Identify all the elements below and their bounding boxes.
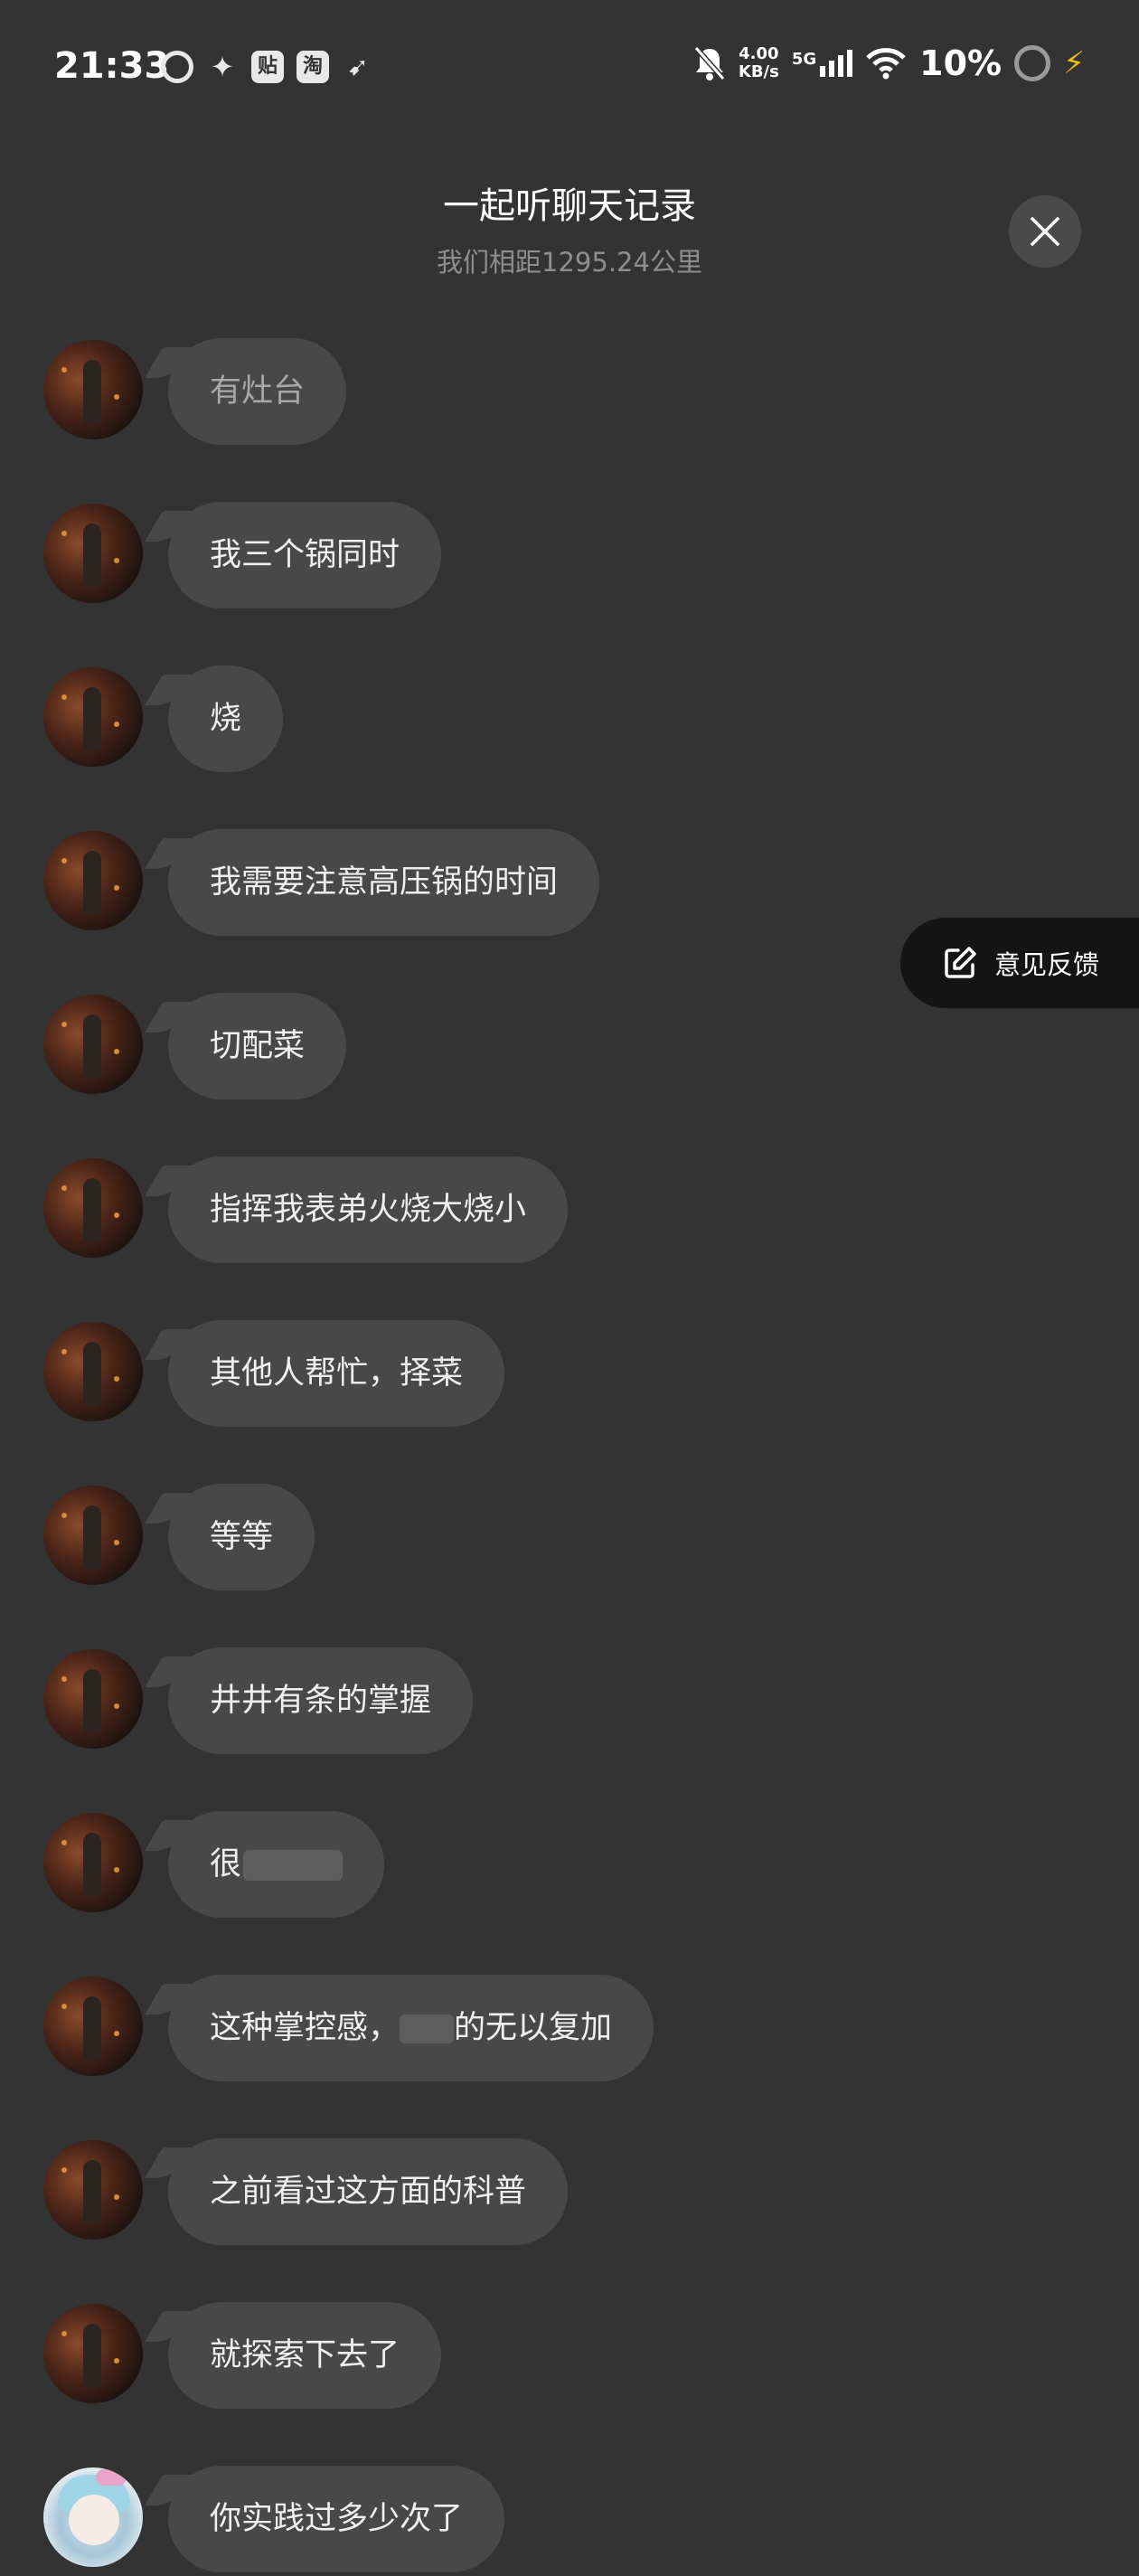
- message-row: 有灶台: [0, 338, 814, 448]
- message-bubble[interactable]: 我三个锅同时: [168, 502, 442, 609]
- edit-icon: [945, 947, 976, 978]
- wifi-icon: [866, 48, 906, 80]
- avatar[interactable]: [43, 340, 143, 439]
- message-row: 之前看过这方面的科普: [0, 2138, 814, 2249]
- status-time: 21:33: [54, 45, 170, 87]
- avatar[interactable]: [43, 1322, 143, 1421]
- signal-icon: 5G: [792, 50, 853, 77]
- status-right: 4.00 KB/s 5G 10% ⚡: [693, 43, 1085, 83]
- weibo-icon: [161, 51, 193, 83]
- charging-icon: ⚡: [1063, 45, 1085, 81]
- battery-ring-icon: [1014, 45, 1051, 81]
- message-row: 很: [0, 1811, 814, 1921]
- message-bubble[interactable]: 就探索下去了: [168, 2302, 442, 2409]
- avatar[interactable]: [43, 1158, 143, 1258]
- message-bubble[interactable]: 我需要注意高压锅的时间: [168, 829, 600, 936]
- taobao-icon: 淘: [297, 51, 329, 83]
- message-bubble[interactable]: 这种掌控感， 的无以复加: [168, 1975, 654, 2081]
- avatar[interactable]: [43, 1813, 143, 1912]
- distance-subtitle: 我们相距1295.24公里: [437, 247, 702, 278]
- avatar[interactable]: [43, 504, 143, 603]
- avatar[interactable]: [43, 2467, 143, 2567]
- message-text: 的无以复加: [454, 2010, 613, 2046]
- message-bubble[interactable]: 其他人帮忙，择菜: [168, 1320, 505, 1427]
- avatar[interactable]: [43, 1977, 143, 2076]
- avatar[interactable]: [43, 831, 143, 930]
- status-bar: 21:33 ✦ 贴 淘 ➹ 4.00 KB/s 5G 10% ⚡: [0, 0, 1139, 136]
- avatar[interactable]: [43, 995, 143, 1094]
- message-bubble[interactable]: 烧: [168, 665, 284, 772]
- message-bubble[interactable]: 有灶台: [168, 338, 347, 445]
- message-bubble[interactable]: 指挥我表弟火烧大烧小: [168, 1156, 569, 1263]
- feedback-button[interactable]: 意见反馈: [900, 918, 1139, 1008]
- tieba-icon: 贴: [251, 51, 284, 83]
- message-row: 等等: [0, 1484, 814, 1594]
- feedback-label: 意见反馈: [994, 949, 1100, 980]
- message-row: 切配菜: [0, 993, 814, 1103]
- avatar[interactable]: [43, 1486, 143, 1585]
- chat-header: 一起听聊天记录 我们相距1295.24公里: [0, 176, 1139, 279]
- message-bubble[interactable]: 你实践过多少次了: [168, 2466, 505, 2572]
- message-row: 其他人帮忙，择菜: [0, 1320, 814, 1430]
- person-icon: ✦: [210, 50, 235, 84]
- message-row: 我需要注意高压锅的时间: [0, 829, 814, 939]
- message-row: 你实践过多少次了: [0, 2466, 814, 2576]
- mute-bell-icon: [693, 46, 726, 80]
- net-speed: 4.00 KB/s: [738, 44, 779, 81]
- message-row: 这种掌控感， 的无以复加: [0, 1975, 814, 2085]
- avatar[interactable]: [43, 1649, 143, 1749]
- message-bubble[interactable]: 等等: [168, 1484, 315, 1590]
- message-text: 很: [210, 1846, 242, 1882]
- message-row: 就探索下去了: [0, 2302, 814, 2412]
- avatar[interactable]: [43, 667, 143, 767]
- bird-icon: ➹: [347, 52, 369, 81]
- message-row: 烧: [0, 665, 814, 776]
- status-app-icons: ✦ 贴 淘 ➹: [161, 51, 374, 83]
- close-button[interactable]: [1009, 195, 1081, 268]
- message-row: 井井有条的掌握: [0, 1647, 814, 1758]
- message-text: 这种掌控感，: [210, 2010, 400, 2046]
- message-row: 指挥我表弟火烧大烧小: [0, 1156, 814, 1267]
- message-bubble[interactable]: 之前看过这方面的科普: [168, 2138, 569, 2245]
- avatar[interactable]: [43, 2140, 143, 2240]
- battery-level: 10%: [919, 43, 1003, 83]
- message-bubble[interactable]: 井井有条的掌握: [168, 1647, 474, 1754]
- close-icon: [1031, 217, 1059, 246]
- redacted-text: [400, 2015, 455, 2043]
- avatar[interactable]: [43, 2304, 143, 2403]
- message-bubble[interactable]: 很: [168, 1811, 385, 1918]
- page-title: 一起听聊天记录: [443, 185, 696, 227]
- redacted-text: [243, 1850, 344, 1881]
- message-bubble[interactable]: 切配菜: [168, 993, 347, 1099]
- message-row: 我三个锅同时: [0, 502, 814, 612]
